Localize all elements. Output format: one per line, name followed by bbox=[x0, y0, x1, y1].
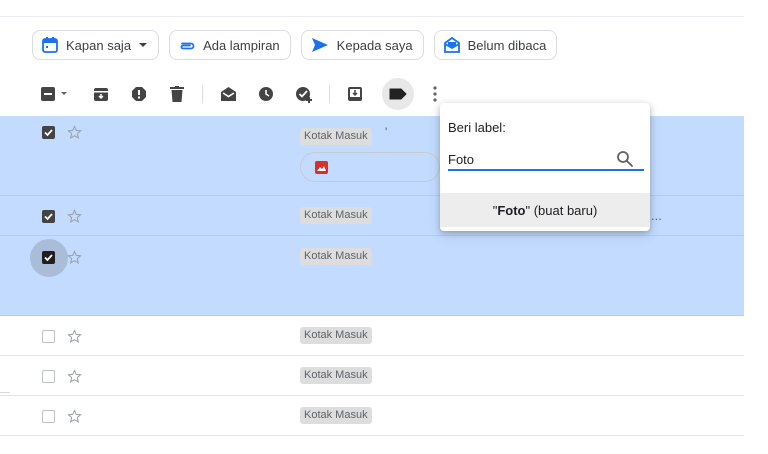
toolbar-divider bbox=[329, 85, 330, 103]
filter-chip-to-me-label: Kepada saya bbox=[336, 37, 413, 53]
send-icon bbox=[310, 36, 330, 54]
top-divider bbox=[0, 16, 744, 17]
row-checkbox[interactable] bbox=[42, 251, 55, 264]
filter-chip-unread-label: Belum dibaca bbox=[467, 37, 547, 53]
clock-icon bbox=[258, 86, 274, 102]
toolbar-divider bbox=[202, 85, 203, 103]
delete-button[interactable] bbox=[164, 81, 190, 107]
report-spam-button[interactable] bbox=[126, 81, 152, 107]
row-checkbox[interactable] bbox=[42, 126, 55, 139]
create-new-suffix: (buat baru) bbox=[530, 202, 598, 218]
row-checkbox[interactable] bbox=[42, 370, 55, 383]
trash-icon bbox=[170, 86, 184, 102]
label-as-popup: Beri label: "Foto" (buat baru) bbox=[440, 103, 650, 231]
star-icon[interactable] bbox=[67, 209, 82, 224]
add-task-icon bbox=[295, 86, 313, 103]
table-row[interactable]: Kotak Masuk bbox=[0, 316, 744, 356]
attachment-icon bbox=[178, 36, 196, 54]
label-chip: Kotak Masuk bbox=[300, 367, 372, 384]
star-icon[interactable] bbox=[67, 125, 82, 140]
row-checkbox[interactable] bbox=[42, 410, 55, 423]
image-icon bbox=[315, 161, 328, 174]
calendar-icon bbox=[41, 36, 59, 54]
search-icon[interactable] bbox=[616, 150, 634, 173]
side-divider bbox=[0, 279, 10, 280]
more-vert-icon bbox=[433, 86, 437, 102]
label-chip: Kotak Masuk bbox=[300, 248, 372, 265]
star-icon[interactable] bbox=[67, 250, 82, 265]
row-checkbox[interactable] bbox=[42, 330, 55, 343]
table-row[interactable]: Kotak Masuk bbox=[0, 396, 744, 436]
add-to-tasks-button[interactable] bbox=[291, 81, 317, 107]
label-chip: Kotak Masuk bbox=[300, 407, 372, 424]
caret-down-icon bbox=[60, 90, 68, 98]
filter-chip-any-time-label: Kapan saja bbox=[66, 37, 132, 53]
truncated-text: ... bbox=[651, 208, 662, 223]
table-row[interactable]: Kotak Masuk bbox=[0, 236, 744, 316]
table-row[interactable]: Kotak Masuk bbox=[0, 356, 744, 396]
archive-icon bbox=[93, 86, 109, 102]
label-icon bbox=[389, 88, 407, 100]
filter-chip-unread[interactable]: Belum dibaca bbox=[433, 30, 558, 60]
star-icon[interactable] bbox=[67, 329, 82, 344]
star-icon[interactable] bbox=[67, 409, 82, 424]
new-label-name: Foto bbox=[497, 202, 526, 218]
action-toolbar bbox=[36, 78, 448, 110]
label-chip: Kotak Masuk bbox=[300, 327, 372, 344]
attachment-chip[interactable] bbox=[300, 152, 440, 182]
mark-read-icon bbox=[220, 86, 237, 102]
move-to-button[interactable] bbox=[342, 81, 368, 107]
label-chip: Kotak Masuk bbox=[300, 207, 372, 224]
row-checkbox[interactable] bbox=[42, 210, 55, 223]
popup-title: Beri label: bbox=[448, 120, 506, 135]
snooze-button[interactable] bbox=[253, 81, 279, 107]
create-new-label-option[interactable]: " Foto " (buat baru) bbox=[440, 193, 650, 227]
spam-icon bbox=[131, 86, 147, 102]
label-chip: Kotak Masuk bbox=[300, 128, 372, 145]
label-search-input[interactable] bbox=[448, 149, 644, 171]
caret-down-icon bbox=[138, 40, 148, 50]
move-to-inbox-icon bbox=[347, 86, 363, 102]
filter-chip-to-me[interactable]: Kepada saya bbox=[300, 30, 424, 60]
filter-chip-has-attachment-label: Ada lampiran bbox=[203, 37, 280, 53]
filter-chip-any-time[interactable]: Kapan saja bbox=[32, 30, 160, 60]
mark-as-read-button[interactable] bbox=[215, 81, 241, 107]
star-icon[interactable] bbox=[67, 369, 82, 384]
mark-read-icon bbox=[443, 36, 461, 54]
archive-button[interactable] bbox=[88, 81, 114, 107]
select-dropdown-button[interactable] bbox=[36, 81, 72, 107]
indeterminate-checkbox-icon bbox=[40, 87, 55, 101]
filter-chips: Kapan saja Ada lampiran Kepada saya Belu… bbox=[32, 30, 558, 62]
filter-chip-has-attachment[interactable]: Ada lampiran bbox=[169, 30, 291, 60]
subject-fragment: ' bbox=[385, 125, 388, 139]
labels-button[interactable] bbox=[382, 78, 414, 110]
side-divider bbox=[0, 392, 10, 393]
